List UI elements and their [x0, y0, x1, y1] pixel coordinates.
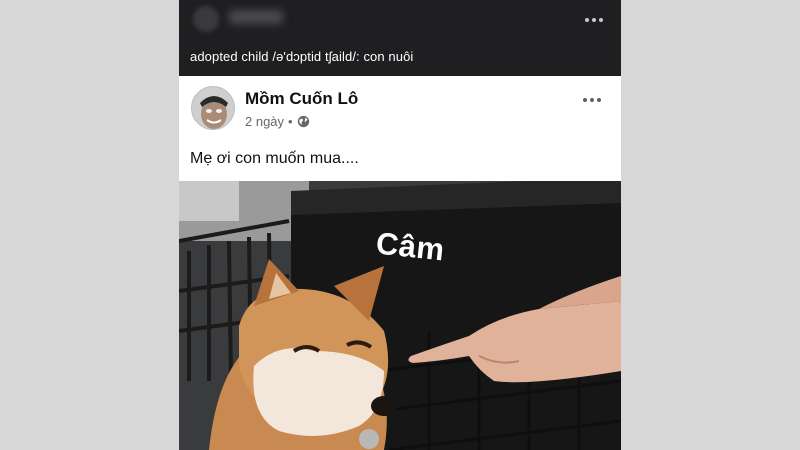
- sign-text: Câm: [374, 225, 447, 268]
- screenshot-frame: adopted child /ə'dɔptid tʃaild/: con nuô…: [179, 0, 621, 450]
- photo-scene: [179, 181, 621, 450]
- post-text: Mẹ ơi con muốn mua....: [190, 150, 359, 167]
- post-meta: 2 ngày •: [245, 114, 310, 129]
- previous-post-header: adopted child /ə'dɔptid tʃaild/: con nuô…: [179, 0, 621, 76]
- more-horizontal-icon[interactable]: [583, 94, 601, 106]
- avatar-image: [192, 87, 234, 129]
- blurred-name: [229, 10, 283, 24]
- more-options-icon[interactable]: [585, 12, 603, 28]
- author-name[interactable]: Mồm Cuốn Lô: [245, 89, 358, 109]
- globe-icon: [297, 115, 309, 128]
- author-avatar[interactable]: [191, 86, 235, 130]
- meta-separator: •: [288, 114, 293, 129]
- post-card: Mồm Cuốn Lô 2 ngày • Mẹ ơi con muốn mua.…: [179, 76, 621, 450]
- post-time[interactable]: 2 ngày: [245, 114, 284, 129]
- post-photo[interactable]: Câm: [179, 181, 621, 450]
- blurred-avatar: [193, 6, 219, 32]
- caption-text: adopted child /ə'dɔptid tʃaild/: con nuô…: [190, 49, 414, 64]
